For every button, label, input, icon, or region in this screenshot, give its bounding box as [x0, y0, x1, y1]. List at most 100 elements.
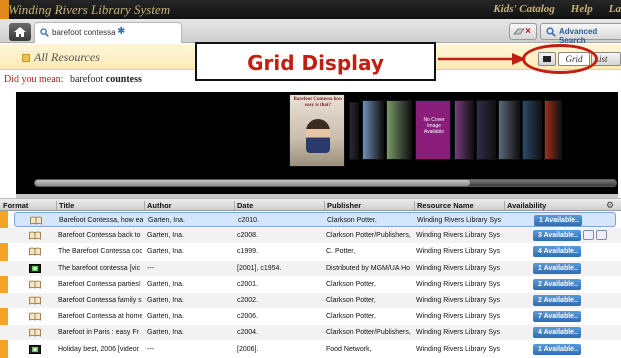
collapse-toggle-icon[interactable] [22, 54, 30, 62]
did-you-mean-prefix: Did you mean: [4, 74, 64, 85]
cell-resource-name: Winding Rivers Library Sys [416, 329, 501, 337]
remove-icon: × [525, 26, 531, 37]
cell-date: [2001], c1954. [237, 264, 282, 272]
cell-resource-name: Winding Rivers Library Sys [416, 297, 501, 304]
top-links: Kids' Catalog Help La [493, 3, 621, 15]
cell-resource-name: Winding Rivers Library Sys [416, 248, 501, 256]
column-header-publisher[interactable]: Publisher [324, 201, 414, 210]
availability-button[interactable]: 1 Available.. [534, 215, 582, 226]
table-row[interactable]: Barefoot Contessa, how ea Garten, Ina. c20… [14, 212, 616, 227]
cell-author: Garten, Ina. [147, 297, 184, 304]
suggestion-plain: barefoot [69, 74, 104, 85]
cell-publisher: Clarkson Potter/Publishers, [326, 329, 411, 337]
tab-row: barefoot contessa ✱ × Advanced Search [0, 19, 621, 45]
row-actions [583, 230, 609, 242]
availability-button[interactable]: 2 Available.. [533, 295, 581, 306]
cell-author: Garten, Ina. [147, 248, 184, 256]
book-cover[interactable] [498, 100, 520, 160]
book-format-icon [29, 328, 41, 337]
book-cover[interactable] [454, 100, 474, 160]
did-you-mean-suggestion[interactable]: barefoot countess [70, 74, 142, 85]
annotation-arrow-icon [438, 53, 526, 65]
cell-title[interactable]: Barefoot Contessa at home [58, 312, 142, 322]
availability-button[interactable]: 1 Available.. [533, 343, 581, 355]
annotation-ellipse [522, 44, 598, 74]
cell-date: c2006. [237, 313, 259, 321]
book-cover[interactable] [476, 100, 496, 160]
cell-date: c2008. [237, 232, 259, 240]
annotation-text: Grid Display [247, 51, 384, 75]
home-button[interactable] [9, 23, 31, 41]
cover-photo [306, 119, 330, 153]
cell-title[interactable]: Barefoot Contessa back to [58, 231, 142, 241]
cell-date: c2010. [238, 217, 260, 224]
cell-title[interactable]: Barefoot in Paris : easy Fr [58, 328, 142, 338]
table-row[interactable]: Barefoot Contessa back to Garten, Ina. c20… [0, 228, 621, 244]
book-cover[interactable] [386, 100, 412, 160]
close-tab-icon[interactable]: ✱ [117, 26, 125, 37]
no-cover-caption: No Cover Image Available [423, 117, 445, 135]
column-header-resource-name[interactable]: Resource Name [414, 201, 504, 210]
carousel-scrollbar[interactable] [34, 179, 617, 187]
print-icon[interactable] [596, 230, 607, 241]
cell-date: c2002. [237, 297, 259, 304]
kids-catalog-link[interactable]: Kids' Catalog [493, 3, 554, 15]
availability-button[interactable]: 3 Available.. [533, 230, 581, 242]
language-link[interactable]: La [609, 3, 621, 15]
search-icon [40, 28, 49, 37]
advanced-search-button[interactable]: Advanced Search [540, 23, 621, 45]
help-link[interactable]: Help [571, 3, 593, 15]
availability-button[interactable]: 1 Available.. [533, 262, 581, 274]
column-header-date[interactable]: Date [234, 201, 324, 210]
cell-publisher: Clarkson Potter, [326, 313, 376, 321]
search-tab-label: barefoot contessa [52, 28, 116, 37]
cell-title[interactable]: The barefoot contessa [vic [58, 264, 142, 274]
column-header-title[interactable]: Title [56, 201, 144, 210]
cell-publisher: C. Potter, [326, 248, 356, 256]
column-header-availability[interactable]: Availability [504, 201, 602, 210]
cell-title[interactable]: Barefoot Contessa family s [58, 296, 142, 306]
book-cover[interactable] [544, 100, 562, 160]
book-cover[interactable] [362, 100, 384, 160]
cell-author: Garten, Ina. [148, 217, 185, 224]
book-format-icon [29, 312, 41, 321]
annotation-callout: Grid Display [195, 42, 436, 81]
table-row[interactable]: The barefoot contessa [vic --- [2001], c19… [0, 260, 621, 276]
cell-title[interactable]: Barefoot Contessa parties! [58, 280, 142, 290]
book-cover[interactable] [522, 100, 542, 160]
cell-title[interactable]: Barefoot Contessa, how ea [59, 216, 143, 226]
advanced-search-label: Advanced Search [559, 27, 598, 45]
carousel-scroll-thumb[interactable] [35, 180, 470, 186]
book-cover[interactable]: Barefoot Contessa how easy is that? [289, 94, 345, 167]
availability-button[interactable]: 2 Available.. [533, 278, 581, 290]
table-row[interactable]: Holiday best, 2006 [videor --- [2006]. Food… [0, 342, 621, 357]
site-title[interactable]: Winding Rivers Library System [8, 2, 170, 18]
did-you-mean: Did you mean: barefoot countess [4, 74, 142, 85]
cell-author: Garten, Ina. [147, 280, 184, 288]
book-cover[interactable] [349, 102, 359, 160]
cover-carousel[interactable]: Barefoot Contessa how easy is that? No Co… [16, 92, 618, 194]
gear-icon[interactable]: ⚙ [606, 200, 614, 211]
add-to-list-icon[interactable] [583, 230, 594, 241]
cell-title[interactable]: The Barefoot Contessa coo [58, 247, 142, 257]
cell-date: c1999. [237, 248, 259, 256]
cell-resource-name: Winding Rivers Library Sys [416, 345, 501, 353]
cell-resource-name: Winding Rivers Library Sys [416, 232, 501, 240]
availability-button[interactable]: 4 Available.. [533, 327, 581, 339]
table-row[interactable]: Barefoot Contessa family s Garten, Ina. c2… [0, 293, 621, 308]
column-header-author[interactable]: Author [144, 201, 234, 210]
results-header-label: All Resources [34, 50, 100, 64]
table-row[interactable]: Barefoot in Paris : easy Fr Garten, Ina. c… [0, 325, 621, 341]
availability-button[interactable]: 4 Available.. [533, 246, 581, 258]
availability-button[interactable]: 7 Available.. [533, 311, 581, 323]
column-header-format[interactable]: Format [0, 201, 56, 210]
search-icon [546, 27, 556, 37]
tab-search-results[interactable]: barefoot contessa ✱ [34, 22, 182, 43]
clear-button[interactable]: × [509, 23, 537, 40]
table-row[interactable]: Barefoot Contessa parties! Garten, Ina. c2… [0, 277, 621, 292]
table-row[interactable]: The Barefoot Contessa coo Garten, Ina. c19… [0, 244, 621, 259]
book-cover[interactable]: No Cover Image Available [415, 100, 451, 160]
table-row[interactable]: Barefoot Contessa at home Garten, Ina. c20… [0, 309, 621, 324]
cell-publisher: Clarkson Potter, [326, 280, 376, 288]
cell-title[interactable]: Holiday best, 2006 [videor [58, 345, 142, 355]
